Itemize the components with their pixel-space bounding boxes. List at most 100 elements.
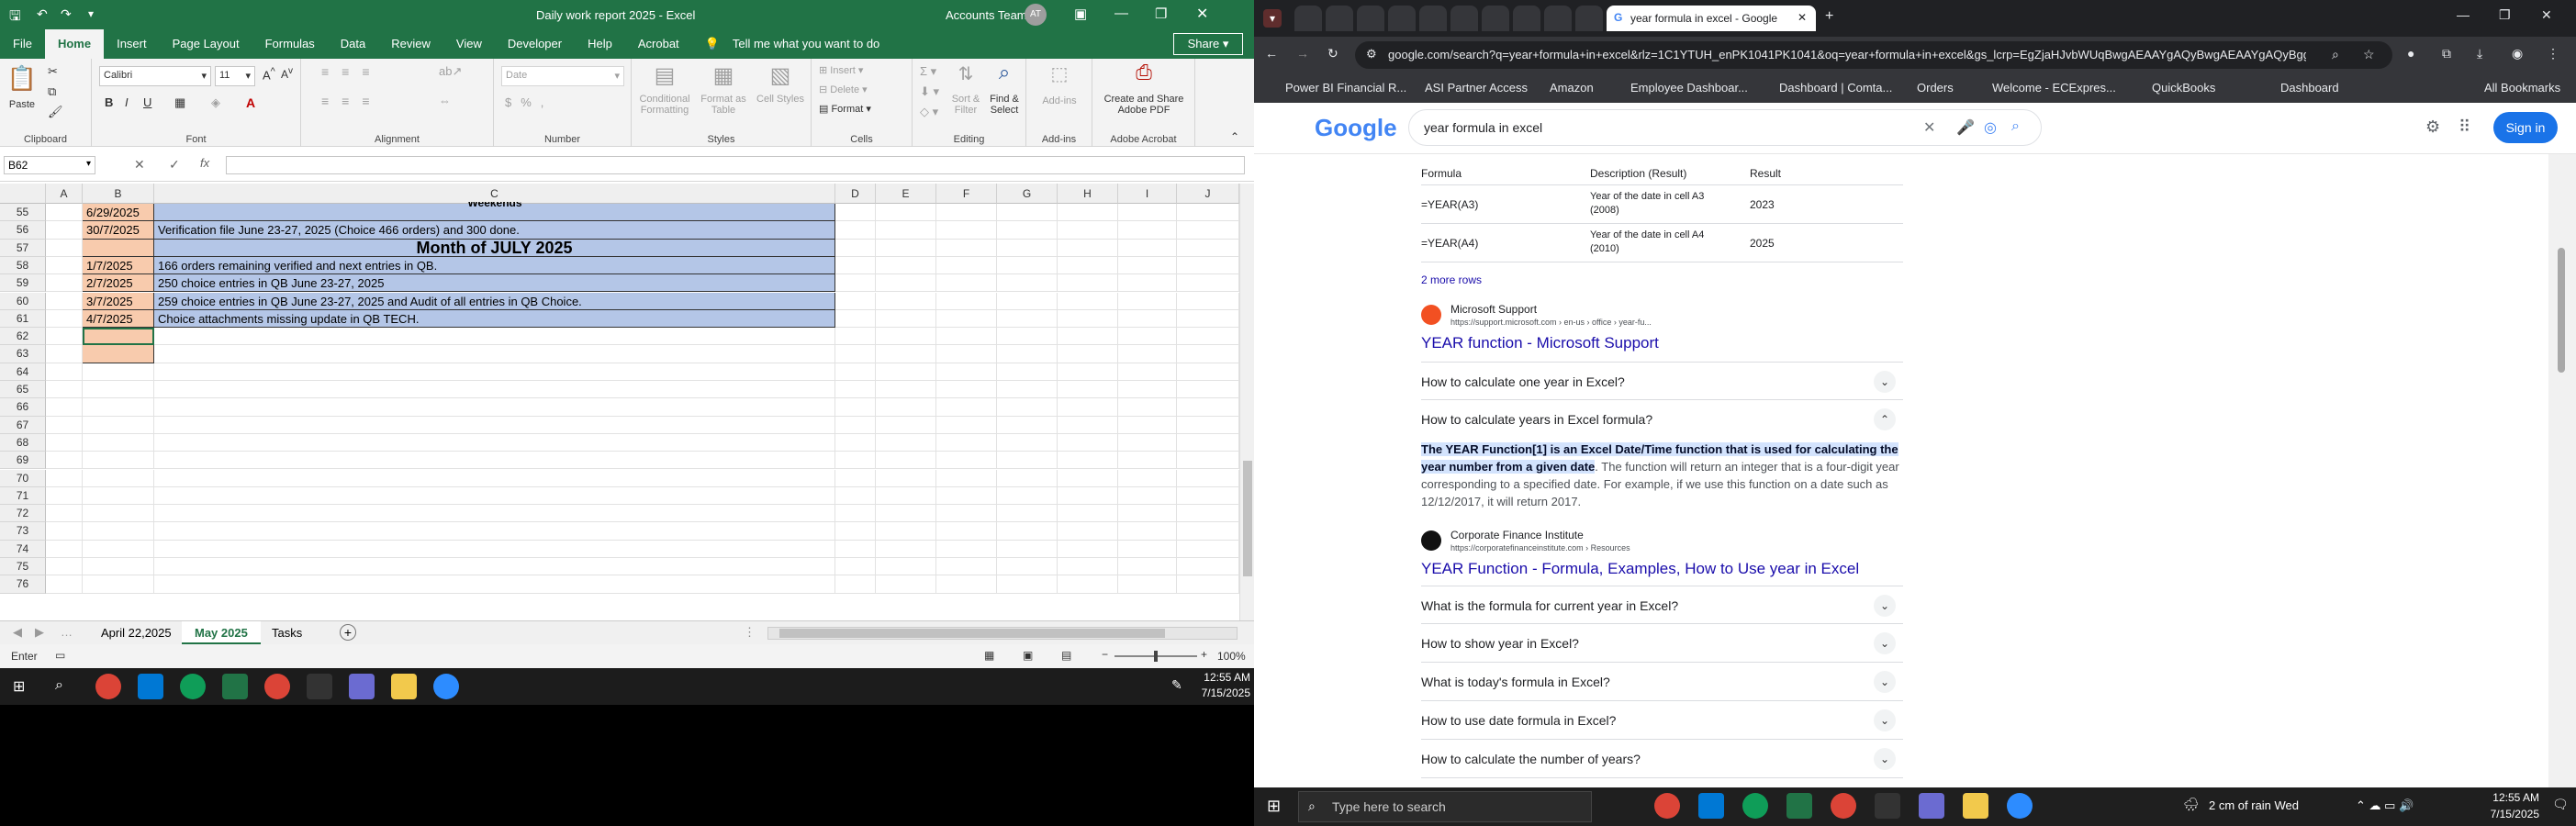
cell-empty[interactable] bbox=[936, 486, 997, 506]
cell-empty[interactable] bbox=[1177, 469, 1239, 487]
chrome-taskbar-icon[interactable] bbox=[1654, 793, 1680, 819]
cell-empty[interactable] bbox=[997, 256, 1058, 275]
cell-empty[interactable] bbox=[1177, 381, 1239, 399]
cell-b[interactable] bbox=[83, 363, 154, 381]
cell-empty[interactable] bbox=[876, 239, 936, 257]
cell-empty[interactable] bbox=[876, 416, 936, 434]
tab-data[interactable]: Data bbox=[328, 29, 378, 59]
pinned-tab-5[interactable] bbox=[1419, 6, 1447, 31]
cell-empty[interactable] bbox=[936, 575, 997, 594]
share-button[interactable]: Share ▾ bbox=[1173, 33, 1243, 55]
cell-empty[interactable] bbox=[876, 345, 936, 363]
row-header[interactable]: 75 bbox=[0, 558, 46, 576]
cell-a[interactable] bbox=[46, 239, 83, 257]
result-site-name[interactable]: Corporate Finance Institute bbox=[1450, 529, 1584, 541]
cell-a[interactable] bbox=[46, 575, 83, 594]
cell-empty[interactable] bbox=[1118, 345, 1177, 363]
adobe-pdf-icon[interactable]: ⎙ bbox=[1126, 61, 1162, 84]
cell-empty[interactable] bbox=[1118, 416, 1177, 434]
sheet-tab-may[interactable]: May 2025 bbox=[182, 621, 261, 644]
lens-search-icon[interactable]: ◎ bbox=[1984, 118, 1997, 137]
cell-empty[interactable] bbox=[1118, 328, 1177, 346]
terminal-app-icon[interactable] bbox=[307, 674, 332, 699]
cell-c[interactable] bbox=[154, 416, 835, 434]
zoom-app-icon[interactable] bbox=[433, 674, 459, 699]
vertical-align-icons[interactable]: ≡≡≡ bbox=[321, 64, 383, 79]
cell-empty[interactable] bbox=[1058, 274, 1118, 293]
borders-icon[interactable]: ▦ bbox=[174, 95, 185, 110]
cell-empty[interactable] bbox=[876, 328, 936, 346]
bookmark-dashboard[interactable]: Dashboard bbox=[2280, 81, 2339, 95]
font-name-select[interactable]: Calibri ▾ bbox=[99, 66, 211, 86]
google-apps-icon[interactable]: ⠿ bbox=[2458, 117, 2470, 137]
cell-empty[interactable] bbox=[1118, 433, 1177, 452]
cell-empty[interactable] bbox=[1118, 486, 1177, 506]
cell-empty[interactable] bbox=[997, 452, 1058, 470]
chevron-down-icon[interactable]: ⌄ bbox=[1874, 371, 1896, 393]
cell-empty[interactable] bbox=[1177, 363, 1239, 381]
zoom-slider[interactable] bbox=[1114, 651, 1197, 662]
bold-icon[interactable]: B bbox=[105, 95, 113, 109]
insert-function-icon[interactable]: fx bbox=[200, 156, 209, 170]
bookmark-amazon[interactable]: Amazon bbox=[1550, 81, 1594, 95]
cell-empty[interactable] bbox=[876, 469, 936, 487]
cell-empty[interactable] bbox=[876, 398, 936, 417]
sheet-prev-icon[interactable]: ◀ bbox=[13, 625, 22, 640]
cell-empty[interactable] bbox=[997, 309, 1058, 329]
cell-b[interactable] bbox=[83, 239, 154, 257]
row-header[interactable]: 56 bbox=[0, 221, 46, 240]
cell-a[interactable] bbox=[46, 345, 83, 363]
cell-empty[interactable] bbox=[835, 363, 876, 381]
cell-empty[interactable] bbox=[1058, 416, 1118, 434]
cell-empty[interactable] bbox=[876, 292, 936, 310]
cell-c[interactable] bbox=[154, 540, 835, 558]
page-scroll-thumb[interactable] bbox=[2558, 248, 2565, 373]
cell-empty[interactable] bbox=[835, 540, 876, 558]
cell-b[interactable] bbox=[83, 558, 154, 576]
row-header[interactable]: 61 bbox=[0, 309, 46, 329]
calculator-taskbar-icon[interactable] bbox=[1919, 793, 1944, 819]
cell-empty[interactable] bbox=[997, 575, 1058, 594]
cell-empty[interactable] bbox=[1058, 540, 1118, 558]
cell-b[interactable]: 30/7/2025 bbox=[83, 221, 154, 240]
cell-empty[interactable] bbox=[1058, 469, 1118, 487]
cell-a[interactable] bbox=[46, 204, 83, 222]
row-header[interactable]: 72 bbox=[0, 505, 46, 523]
cell-empty[interactable] bbox=[1177, 540, 1239, 558]
cell-c[interactable] bbox=[154, 452, 835, 470]
cell-empty[interactable] bbox=[1118, 204, 1177, 222]
cancel-entry-icon[interactable]: ✕ bbox=[134, 157, 145, 173]
cell-empty[interactable] bbox=[936, 381, 997, 399]
cell-empty[interactable] bbox=[1058, 522, 1118, 541]
zoom-level[interactable]: 100% bbox=[1217, 650, 1246, 663]
cell-b[interactable] bbox=[83, 486, 154, 506]
minimize-icon[interactable]: — bbox=[1114, 6, 1128, 21]
question-item[interactable]: How to use date formula in Excel? ⌄ bbox=[1421, 701, 1903, 740]
find-select-icon[interactable]: ⌕ bbox=[986, 61, 1023, 84]
cell-b[interactable]: 2/7/2025 bbox=[83, 274, 154, 293]
google-search-box[interactable]: year formula in excel ✕ 🎤 ◎ ⌕ bbox=[1408, 109, 2042, 146]
excel-taskbar-icon[interactable] bbox=[1786, 793, 1812, 819]
cell-empty[interactable] bbox=[1058, 363, 1118, 381]
cell-c[interactable]: Verification file June 23-27, 2025 (Choi… bbox=[154, 221, 835, 240]
cut-icon[interactable]: ✂ bbox=[48, 64, 58, 79]
tab-view[interactable]: View bbox=[443, 29, 495, 59]
question-item[interactable]: How to show year in Excel? ⌄ bbox=[1421, 624, 1903, 663]
sheet-more-icon[interactable]: … bbox=[61, 625, 73, 639]
chrome-app-icon[interactable] bbox=[95, 674, 121, 699]
cell-empty[interactable] bbox=[997, 433, 1058, 452]
cell-empty[interactable] bbox=[835, 204, 876, 222]
macro-record-icon[interactable]: ▭ bbox=[55, 649, 65, 662]
cell-c[interactable]: 250 choice entries in QB June 23-27, 202… bbox=[154, 274, 835, 293]
copy-icon[interactable]: ⧉ bbox=[48, 84, 56, 99]
bookmark-dashboard-comta[interactable]: Dashboard | Comta... bbox=[1779, 81, 1892, 95]
cell-empty[interactable] bbox=[1118, 239, 1177, 257]
cell-empty[interactable] bbox=[1177, 328, 1239, 346]
row-header[interactable]: 60 bbox=[0, 292, 46, 310]
addins-icon[interactable]: ⬚ bbox=[1041, 62, 1078, 85]
cell-empty[interactable] bbox=[997, 486, 1058, 506]
cell-empty[interactable] bbox=[1058, 398, 1118, 417]
cell-empty[interactable] bbox=[1177, 345, 1239, 363]
cell-empty[interactable] bbox=[876, 540, 936, 558]
back-icon[interactable]: ← bbox=[1265, 46, 1278, 61]
